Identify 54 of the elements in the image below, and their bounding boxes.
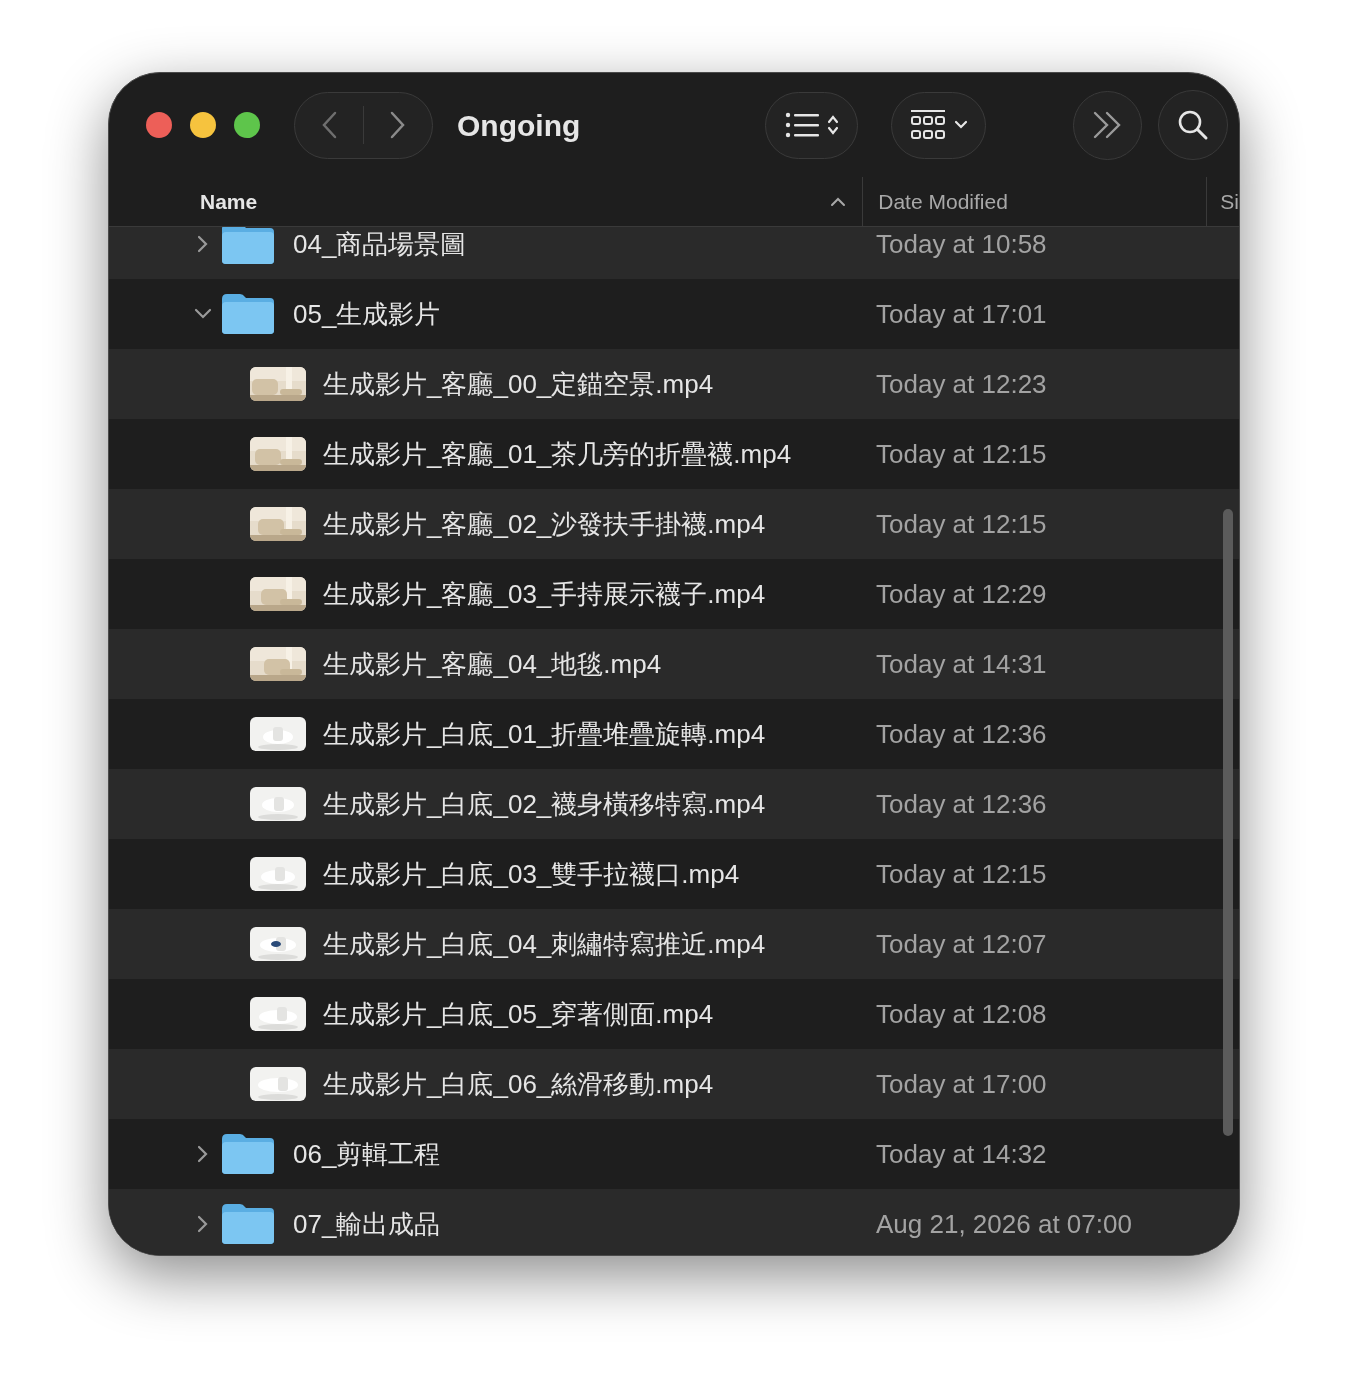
- folder-name[interactable]: 04_商品場景圖: [293, 227, 467, 264]
- disclosure-closed-icon[interactable]: [197, 1215, 209, 1233]
- folder-icon: [220, 1133, 276, 1175]
- date-modified: Today at 12:36: [876, 787, 1047, 821]
- date-modified: Today at 12:23: [876, 367, 1047, 401]
- disclosure-closed-icon[interactable]: [197, 235, 209, 253]
- date-modified: Today at 12:36: [876, 717, 1047, 751]
- date-modified: Aug 21, 2026 at 07:00: [876, 1207, 1132, 1241]
- file-name[interactable]: 生成影片_白底_05_穿著側面.mp4: [323, 994, 714, 1034]
- file-name[interactable]: 生成影片_客廳_03_手持展示襪子.mp4: [323, 574, 766, 614]
- search-icon: [1177, 109, 1210, 141]
- disclosure-open-icon[interactable]: [194, 308, 212, 320]
- chevron-down-icon: [953, 120, 968, 130]
- file-name[interactable]: 生成影片_白底_06_絲滑移動.mp4: [323, 1064, 714, 1104]
- date-modified: Today at 14:32: [876, 1137, 1047, 1171]
- scrollbar-thumb[interactable]: [1223, 509, 1233, 1136]
- folder-icon: [220, 293, 276, 335]
- zoom-button[interactable]: [234, 112, 260, 138]
- minimize-button[interactable]: [190, 112, 216, 138]
- date-modified: Today at 12:29: [876, 577, 1047, 611]
- date-modified: Today at 12:15: [876, 507, 1047, 541]
- sort-caret-icon[interactable]: [830, 196, 847, 207]
- grid-icon: [909, 109, 946, 141]
- up-down-icon: [826, 114, 839, 136]
- folder-name[interactable]: 05_生成影片: [293, 294, 441, 334]
- folder-name[interactable]: 06_剪輯工程: [293, 1134, 441, 1174]
- date-modified: Today at 14:31: [876, 647, 1047, 681]
- chevron-left-icon: [321, 111, 337, 139]
- list-icon: [784, 112, 819, 138]
- date-modified: Today at 17:00: [876, 1067, 1047, 1101]
- chevron-right-icon: [390, 111, 406, 139]
- disclosure-closed-icon[interactable]: [197, 1145, 209, 1163]
- date-modified: Today at 12:15: [876, 437, 1047, 471]
- window-title: Ongoing: [457, 107, 581, 144]
- file-name[interactable]: 生成影片_客廳_00_定錨空景.mp4: [323, 364, 714, 404]
- folder-icon: [220, 227, 276, 265]
- file-name[interactable]: 生成影片_白底_04_刺繡特寫推近.mp4: [323, 924, 766, 964]
- file-name[interactable]: 生成影片_白底_02_襪身橫移特寫.mp4: [323, 784, 766, 824]
- file-name[interactable]: 生成影片_客廳_01_茶几旁的折疊襪.mp4: [323, 434, 792, 474]
- file-name[interactable]: 生成影片_白底_01_折疊堆疊旋轉.mp4: [323, 714, 766, 754]
- file-name[interactable]: 生成影片_客廳_04_地毯.mp4: [323, 644, 662, 684]
- column-header[interactable]: Date Modified: [878, 185, 1008, 218]
- file-name[interactable]: 生成影片_白底_03_雙手拉襪口.mp4: [323, 854, 740, 894]
- close-button[interactable]: [146, 112, 172, 138]
- date-modified: Today at 12:15: [876, 857, 1047, 891]
- column-header[interactable]: Name: [200, 185, 258, 218]
- folder-name[interactable]: 07_輸出成品: [293, 1204, 441, 1244]
- column-header[interactable]: Si: [1220, 185, 1239, 218]
- file-name[interactable]: 生成影片_客廳_02_沙發扶手掛襪.mp4: [323, 504, 766, 544]
- folder-icon: [220, 1203, 276, 1245]
- date-modified: Today at 10:58: [876, 227, 1047, 261]
- date-modified: Today at 17:01: [876, 297, 1047, 331]
- date-modified: Today at 12:08: [876, 997, 1047, 1031]
- date-modified: Today at 12:07: [876, 927, 1047, 961]
